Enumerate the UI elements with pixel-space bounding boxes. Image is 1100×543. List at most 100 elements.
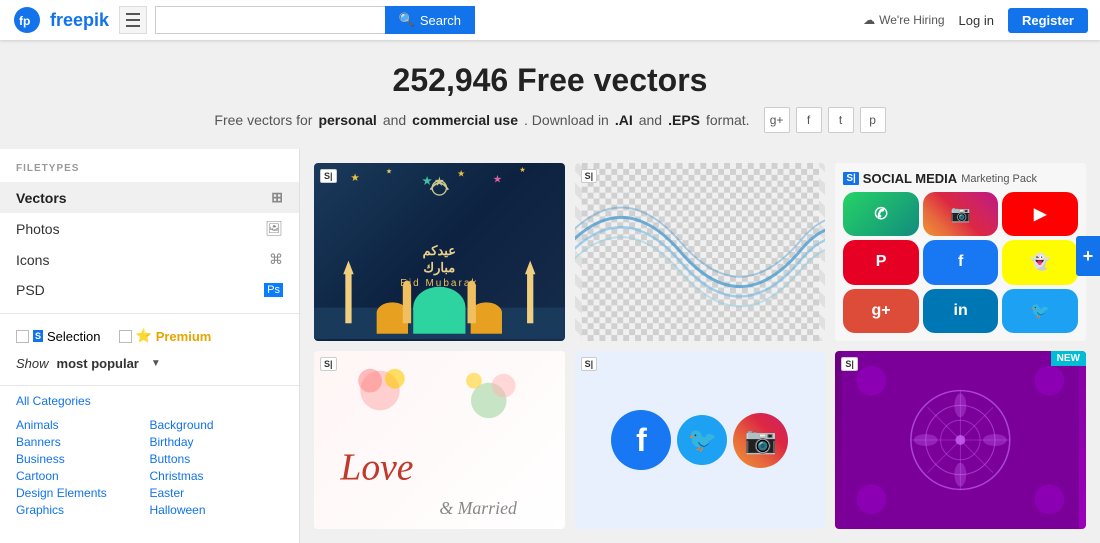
- category-christmas[interactable]: Christmas: [150, 469, 284, 483]
- vectors-icon: ⊞: [271, 189, 283, 206]
- categories-right-col: Background Birthday Buttons Christmas Ea…: [150, 418, 284, 517]
- category-halloween[interactable]: Halloween: [150, 503, 284, 517]
- dropdown-arrow-icon: ▼: [151, 358, 161, 369]
- category-animals[interactable]: Animals: [16, 418, 150, 432]
- category-birthday[interactable]: Birthday: [150, 435, 284, 449]
- premium-checkbox[interactable]: [119, 330, 132, 343]
- selection-checkbox[interactable]: [16, 330, 29, 343]
- s-icon: S: [33, 330, 43, 342]
- facebook-icon[interactable]: f: [796, 107, 822, 133]
- psd-label: PSD: [16, 282, 45, 298]
- premium-checkbox-label[interactable]: ⭐ Premium: [119, 328, 212, 344]
- svg-text:★: ★: [519, 166, 525, 174]
- filetype-icons[interactable]: Icons ⌘: [0, 244, 299, 275]
- love-background: Love & Married: [314, 351, 565, 529]
- card5-image: f 🐦 📷: [575, 351, 826, 529]
- hiring-link[interactable]: ☁ We're Hiring: [863, 13, 944, 27]
- sidebar: FILETYPES Vectors ⊞ Photos 🖼 Icons ⌘ PSD…: [0, 149, 300, 543]
- hero-section: 252,946 Free vectors Free vectors for pe…: [0, 40, 1100, 149]
- hamburger-button[interactable]: [119, 6, 147, 34]
- icons-icon: ⌘: [269, 251, 283, 268]
- category-cartoon[interactable]: Cartoon: [16, 469, 150, 483]
- photos-label: Photos: [16, 221, 60, 237]
- selection-checkbox-label[interactable]: S Selection: [16, 329, 101, 344]
- svg-text:fp: fp: [19, 14, 30, 28]
- filter-row: S Selection ⭐ Premium: [0, 322, 299, 350]
- filetype-photos[interactable]: Photos 🖼: [0, 213, 299, 244]
- twitter-app-icon: 🐦: [1002, 289, 1078, 333]
- eid-arabic-text: عيدكممبارك: [423, 243, 456, 277]
- youtube-icon: ▶: [1002, 192, 1078, 236]
- social-apps-grid: ✆ 📷 ▶ P f 👻 g+ in 🐦: [843, 192, 1078, 333]
- vectors-label: Vectors: [16, 190, 67, 206]
- hamburger-line: [126, 13, 140, 15]
- most-popular-label: most popular: [57, 356, 139, 371]
- category-background[interactable]: Background: [150, 418, 284, 432]
- content-grid: ★ ★ ★ ★ ★ ★ عيدكممبارك Eid Mubarak: [300, 149, 1100, 543]
- love-svg: Love & Married: [314, 351, 565, 529]
- card-fb-social[interactable]: f 🐦 📷 S|: [575, 351, 826, 529]
- linkedin-icon: in: [923, 289, 999, 333]
- s-watermark-badge: S|: [320, 169, 337, 183]
- header: fp freepik 🔍 Search ☁ We're Hiring Log i…: [0, 0, 1100, 40]
- login-link[interactable]: Log in: [959, 13, 994, 28]
- sm-s-badge: S|: [843, 172, 858, 185]
- category-design-elements[interactable]: Design Elements: [16, 486, 150, 500]
- hero-subtitle: Free vectors for personal and commercial…: [0, 107, 1100, 133]
- category-graphics[interactable]: Graphics: [16, 503, 150, 517]
- snapchat-icon: 👻: [1002, 240, 1078, 284]
- hamburger-line: [126, 25, 140, 27]
- freepik-logo-icon: fp: [12, 5, 42, 35]
- filetypes-label: FILETYPES: [0, 163, 299, 182]
- photos-icon: 🖼: [265, 220, 283, 237]
- hero-title: 252,946 Free vectors: [0, 62, 1100, 99]
- card-purple-pattern[interactable]: NEW S|: [835, 351, 1086, 529]
- show-label: Show: [16, 356, 49, 371]
- svg-text:& Married: & Married: [439, 498, 517, 518]
- pinterest-icon[interactable]: p: [860, 107, 886, 133]
- cloud-icon: ☁: [863, 13, 875, 27]
- logo-text: freepik: [50, 10, 109, 31]
- social-icons: g+ f t p: [764, 107, 886, 133]
- search-input[interactable]: [155, 6, 385, 34]
- register-button[interactable]: Register: [1008, 8, 1088, 33]
- filetype-vectors[interactable]: Vectors ⊞: [0, 182, 299, 213]
- categories-grid: Animals Banners Business Cartoon Design …: [0, 412, 299, 523]
- subtitle-text: Free vectors for: [214, 112, 312, 128]
- card4-image: Love & Married: [314, 351, 565, 529]
- premium-label: Premium: [156, 329, 212, 344]
- category-banners[interactable]: Banners: [16, 435, 150, 449]
- social-media-title-row: S| SOCIAL MEDIA Marketing Pack: [843, 171, 1078, 186]
- category-business[interactable]: Business: [16, 452, 150, 466]
- svg-text:★: ★: [493, 174, 503, 186]
- subtitle-format: format.: [706, 112, 750, 128]
- svg-text:★: ★: [457, 168, 465, 178]
- subtitle-ai: .AI: [615, 112, 633, 128]
- filetype-psd[interactable]: PSD Ps: [0, 275, 299, 305]
- category-buttons[interactable]: Buttons: [150, 452, 284, 466]
- hiring-text: We're Hiring: [879, 13, 944, 27]
- card-wave-abstract[interactable]: S|: [575, 163, 826, 341]
- s-watermark-badge6: S|: [841, 357, 858, 371]
- premium-star-icon: ⭐: [136, 328, 152, 344]
- floating-add-button[interactable]: +: [1076, 236, 1100, 276]
- instagram-circle-icon: 📷: [733, 413, 788, 468]
- search-button[interactable]: 🔍 Search: [385, 6, 475, 34]
- twitter-icon[interactable]: t: [828, 107, 854, 133]
- all-categories-link[interactable]: All Categories: [0, 394, 299, 412]
- logo-area: fp freepik: [12, 5, 109, 35]
- svg-text:★: ★: [386, 168, 392, 176]
- whatsapp-icon: ✆: [843, 192, 919, 236]
- header-right: ☁ We're Hiring Log in Register: [863, 8, 1088, 33]
- card-social-media[interactable]: S| SOCIAL MEDIA Marketing Pack ✆ 📷 ▶ P f…: [835, 163, 1086, 341]
- category-easter[interactable]: Easter: [150, 486, 284, 500]
- google-plus-icon[interactable]: g+: [764, 107, 790, 133]
- social-media-background: S| SOCIAL MEDIA Marketing Pack ✆ 📷 ▶ P f…: [835, 163, 1086, 341]
- wave-background: [575, 163, 826, 341]
- card3-image: S| SOCIAL MEDIA Marketing Pack ✆ 📷 ▶ P f…: [835, 163, 1086, 341]
- card-love-married[interactable]: Love & Married S|: [314, 351, 565, 529]
- new-badge: NEW: [1051, 351, 1086, 366]
- svg-text:Love: Love: [339, 448, 413, 489]
- card-eid-mubarak[interactable]: ★ ★ ★ ★ ★ ★ عيدكممبارك Eid Mubarak: [314, 163, 565, 341]
- sort-dropdown-row[interactable]: Show most popular ▼: [0, 350, 299, 377]
